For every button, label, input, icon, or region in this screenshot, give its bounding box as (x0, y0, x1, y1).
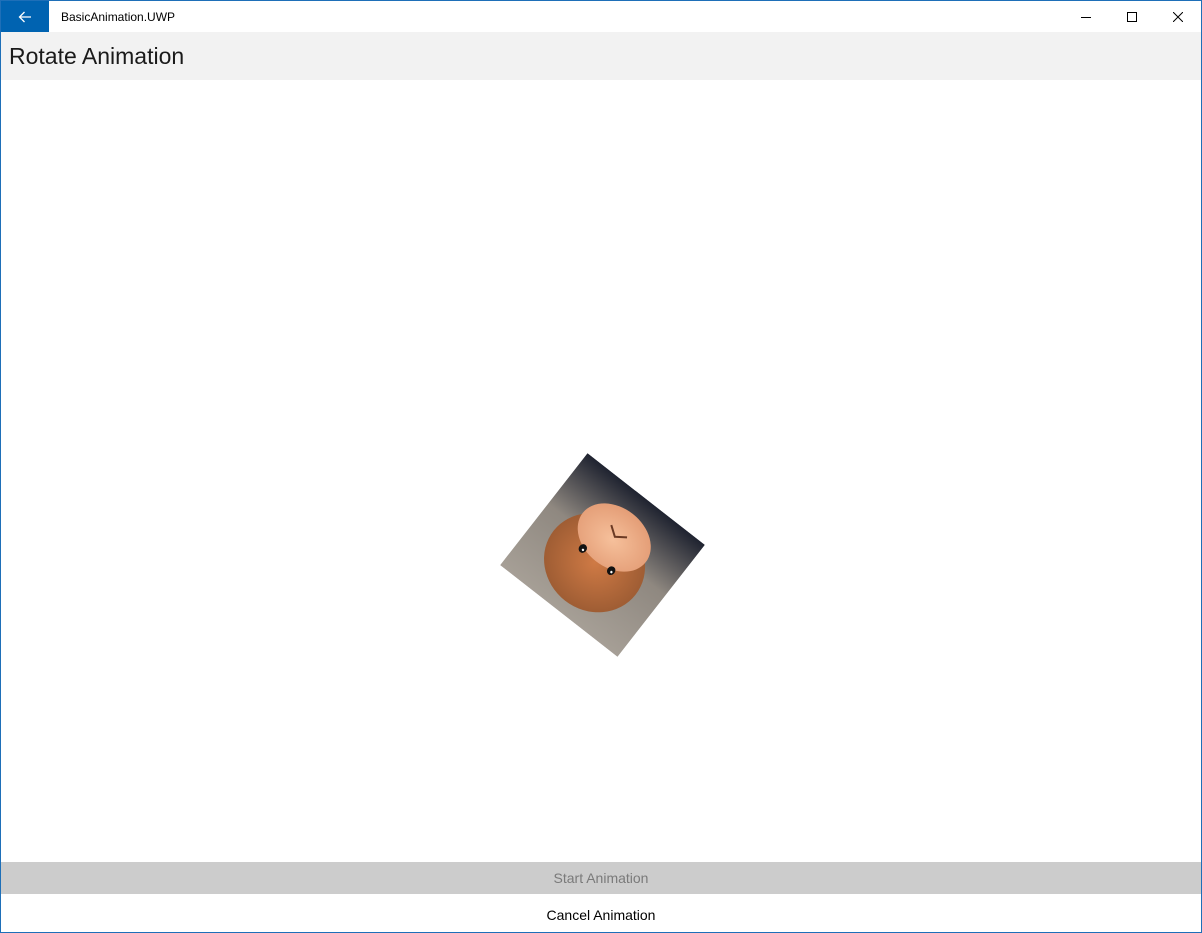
app-window: BasicAnimation.UWP Rotate Animation Star… (0, 0, 1202, 933)
content-area (1, 80, 1201, 862)
maximize-icon (1127, 11, 1137, 22)
close-button[interactable] (1155, 1, 1201, 32)
back-arrow-icon (18, 11, 31, 22)
close-icon (1173, 11, 1183, 22)
page-title: Rotate Animation (9, 42, 185, 69)
monkey-image (500, 453, 705, 657)
maximize-button[interactable] (1109, 1, 1155, 32)
page-header: Rotate Animation (1, 32, 1201, 80)
cancel-animation-button[interactable]: Cancel Animation (1, 897, 1201, 932)
back-button[interactable] (1, 1, 49, 32)
start-animation-button[interactable]: Start Animation (1, 862, 1201, 894)
caption-buttons (1063, 1, 1201, 32)
minimize-button[interactable] (1063, 1, 1109, 32)
minimize-icon (1081, 16, 1091, 18)
title-bar: BasicAnimation.UWP (1, 1, 1201, 32)
app-title: BasicAnimation.UWP (61, 9, 176, 24)
